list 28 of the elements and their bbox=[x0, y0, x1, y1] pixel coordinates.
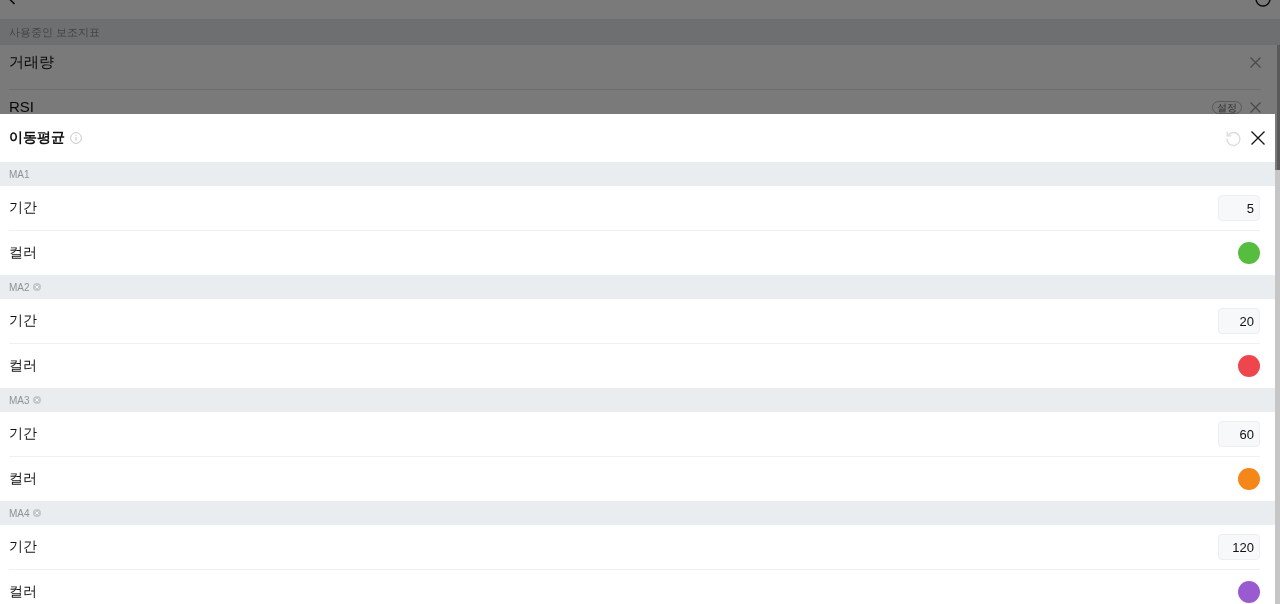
group-label: MA3 bbox=[9, 394, 30, 406]
field-label: 기간 bbox=[9, 312, 37, 330]
period-input[interactable]: 120 bbox=[1218, 534, 1260, 560]
field-label: 기간 bbox=[9, 425, 37, 443]
indicator-name: 거래량 bbox=[9, 55, 54, 69]
field-label: 컬러 bbox=[9, 470, 37, 488]
dialog-title: 이동평균 bbox=[9, 129, 65, 147]
field-label: 기간 bbox=[9, 199, 37, 217]
field-label: 기간 bbox=[9, 538, 37, 556]
period-input[interactable]: 5 bbox=[1218, 195, 1260, 221]
indicator-name: RSI bbox=[9, 100, 34, 114]
close-icon[interactable] bbox=[1251, 131, 1265, 145]
color-swatch-icon[interactable] bbox=[1238, 355, 1260, 377]
color-swatch-icon[interactable] bbox=[1238, 242, 1260, 264]
group-label: MA2 bbox=[9, 281, 30, 293]
field-label: 컬러 bbox=[9, 357, 37, 375]
group-label: MA1 bbox=[9, 168, 30, 180]
color-swatch-icon[interactable] bbox=[1238, 581, 1260, 603]
remove-icon[interactable] bbox=[32, 509, 41, 517]
info-icon[interactable] bbox=[70, 132, 82, 144]
remove-icon[interactable] bbox=[32, 396, 41, 404]
period-input[interactable]: 20 bbox=[1218, 308, 1260, 334]
field-label: 컬러 bbox=[9, 583, 37, 601]
color-swatch-icon[interactable] bbox=[1238, 468, 1260, 490]
group-label: MA4 bbox=[9, 507, 30, 519]
field-label: 컬러 bbox=[9, 244, 37, 262]
remove-icon[interactable] bbox=[32, 283, 41, 291]
period-input[interactable]: 60 bbox=[1218, 421, 1260, 447]
